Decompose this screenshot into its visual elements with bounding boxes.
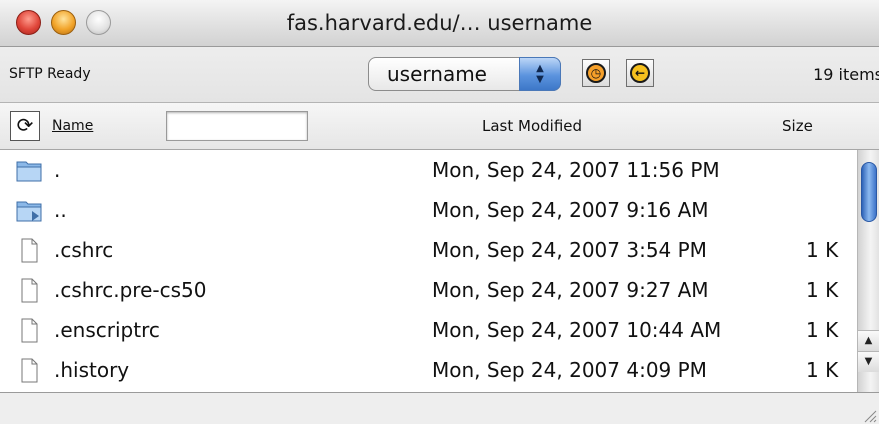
file-modified-date: Mon, Sep 24, 2007 9:16 AM	[432, 198, 709, 222]
status-footer	[0, 392, 879, 424]
scroll-down-arrow-icon[interactable]: ▼	[858, 351, 879, 372]
file-size: 1 K	[806, 358, 839, 382]
close-window-button[interactable]	[16, 10, 41, 35]
column-header: ⟳ Name Last Modified Size	[0, 103, 879, 150]
sftp-browser-window: fas.harvard.edu/… username SFTP Ready us…	[0, 0, 879, 424]
minimize-window-button[interactable]	[51, 10, 76, 35]
file-modified-date: Mon, Sep 24, 2007 10:44 AM	[432, 318, 722, 342]
scroll-up-arrow-icon[interactable]: ▲	[858, 330, 879, 351]
file-row[interactable]: . Mon, Sep 24, 2007 11:56 PM	[0, 150, 856, 190]
file-row[interactable]: .cshrc Mon, Sep 24, 2007 3:54 PM 1 K	[0, 230, 856, 270]
file-size: 1 K	[806, 318, 839, 342]
file-size: 1 K	[806, 238, 839, 262]
file-modified-date: Mon, Sep 24, 2007 4:09 PM	[432, 358, 707, 382]
vertical-scrollbar[interactable]: ▲ ▼	[857, 150, 879, 392]
last-modified-column-header[interactable]: Last Modified	[482, 103, 582, 149]
sync-button[interactable]: ⟳	[10, 111, 40, 141]
parent-folder-icon	[16, 201, 42, 222]
file-row[interactable]: .history Mon, Sep 24, 2007 4:09 PM 1 K	[0, 350, 856, 390]
document-icon	[21, 278, 38, 303]
file-name: .cshrc.pre-cs50	[54, 278, 207, 302]
folder-icon	[16, 161, 42, 182]
name-column-header[interactable]: Name	[52, 103, 93, 149]
file-name: .cshrc	[54, 238, 114, 262]
clock-refresh-icon: ◷	[586, 63, 606, 83]
size-column-header[interactable]: Size	[782, 103, 813, 149]
document-icon	[21, 318, 38, 343]
file-row[interactable]: .cshrc.pre-cs50 Mon, Sep 24, 2007 9:27 A…	[0, 270, 856, 310]
resize-grip-icon[interactable]	[861, 407, 877, 423]
back-arrow-icon: ←	[630, 63, 650, 83]
file-modified-date: Mon, Sep 24, 2007 3:54 PM	[432, 238, 707, 262]
file-list: . Mon, Sep 24, 2007 11:56 PM .. Mon, Sep…	[0, 150, 856, 392]
file-size: 1 K	[806, 278, 839, 302]
file-row[interactable]: .. Mon, Sep 24, 2007 9:16 AM	[0, 190, 856, 230]
file-row[interactable]: .enscriptrc Mon, Sep 24, 2007 10:44 AM 1…	[0, 310, 856, 350]
popup-arrows-icon: ▲ ▼	[519, 57, 561, 91]
connection-status: SFTP Ready	[9, 66, 91, 82]
file-modified-date: Mon, Sep 24, 2007 9:27 AM	[432, 278, 709, 302]
item-count: 19 items	[813, 65, 879, 84]
scroll-thumb[interactable]	[861, 162, 877, 222]
document-icon	[21, 358, 38, 383]
file-name: .	[54, 158, 61, 182]
file-name: .enscriptrc	[54, 318, 160, 342]
directory-popup-label: username	[387, 62, 487, 86]
file-name: .history	[54, 358, 130, 382]
file-modified-date: Mon, Sep 24, 2007 11:56 PM	[432, 158, 720, 182]
title-bar[interactable]: fas.harvard.edu/… username	[0, 0, 879, 47]
toolbar: SFTP Ready username ▲ ▼ ◷ ← 19 items	[0, 47, 879, 103]
name-filter-input[interactable]	[166, 111, 308, 141]
window-title: fas.harvard.edu/… username	[286, 11, 593, 35]
file-name: ..	[54, 198, 67, 222]
directory-popup[interactable]: username ▲ ▼	[368, 57, 561, 91]
refresh-button[interactable]: ◷	[582, 59, 610, 87]
back-button[interactable]: ←	[626, 59, 654, 87]
zoom-window-button[interactable]	[86, 10, 111, 35]
document-icon	[21, 238, 38, 263]
